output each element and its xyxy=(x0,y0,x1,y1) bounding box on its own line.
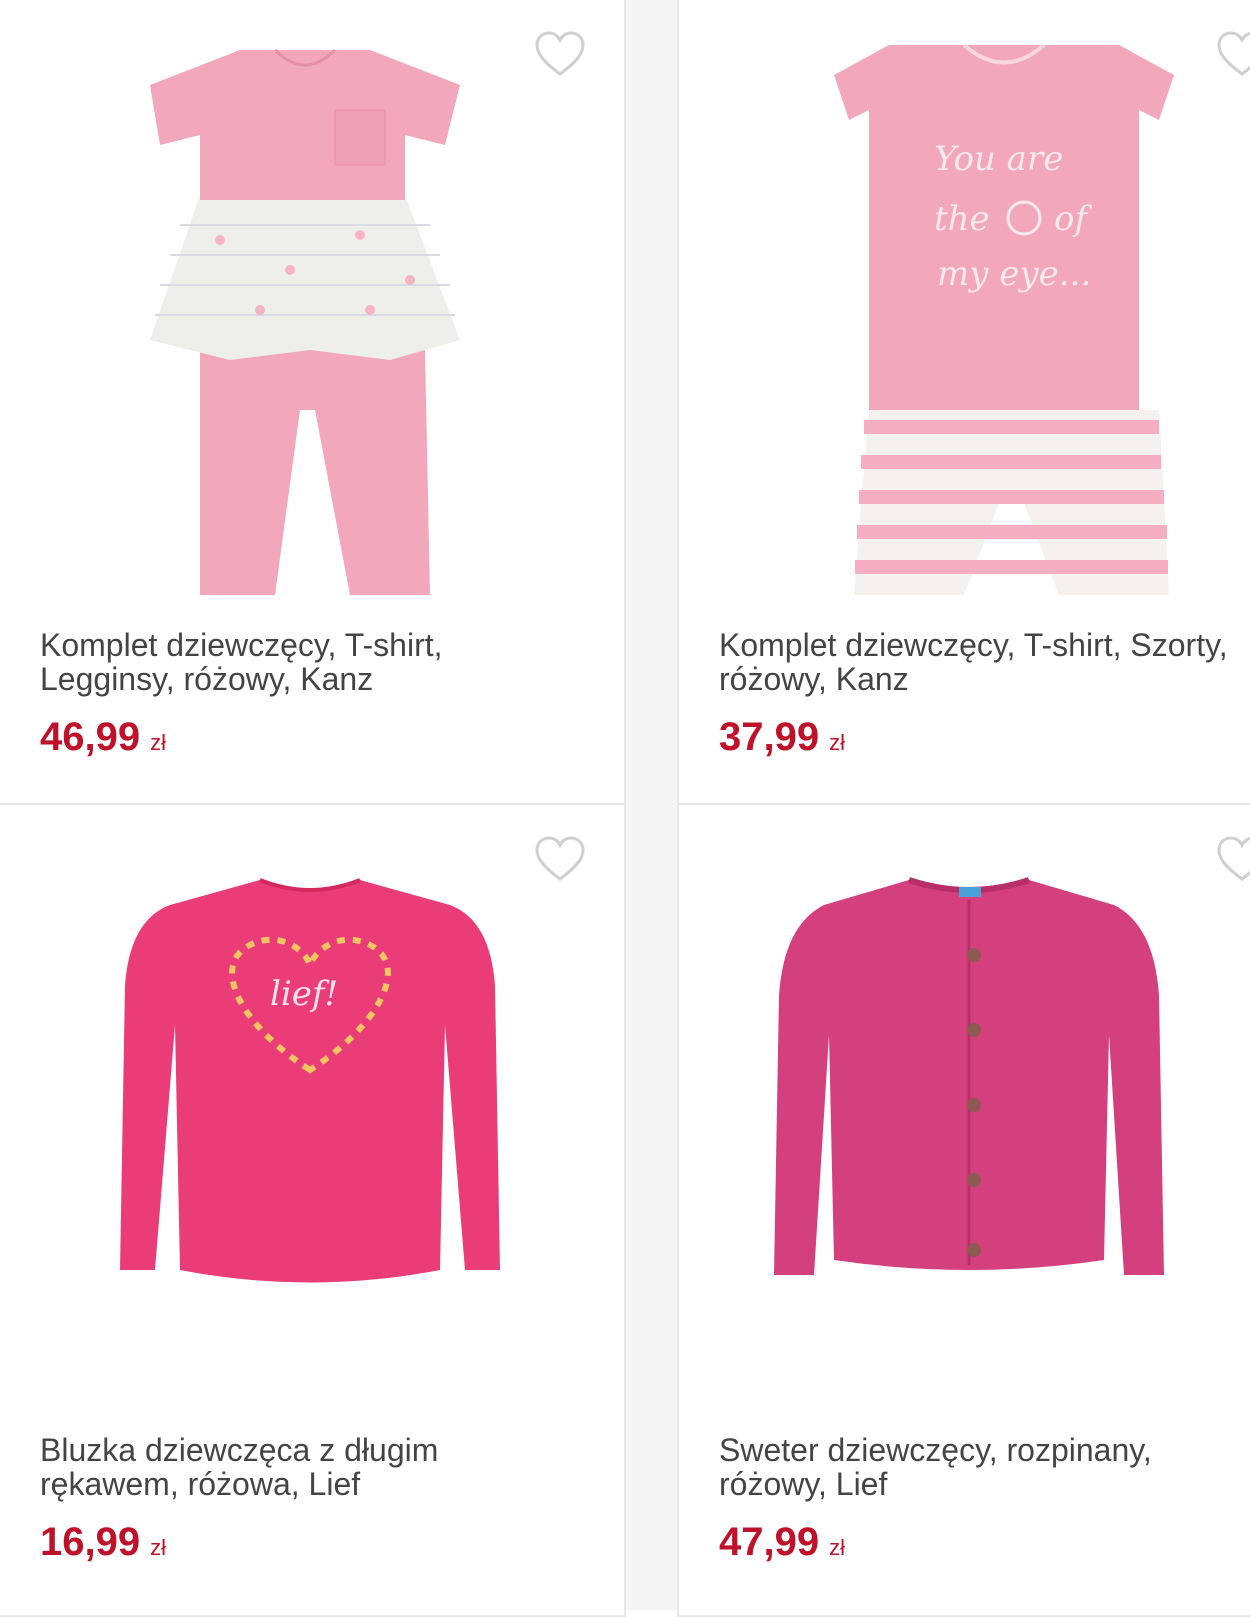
product-name[interactable]: Sweter dziewczęcy, rozpinany, różowy, Li… xyxy=(719,1433,1250,1501)
product-name[interactable]: Komplet dziewczęcy, T-shirt, Szorty, róż… xyxy=(719,628,1250,696)
svg-text:lief!: lief! xyxy=(270,974,338,1014)
product-price: 47,99 zł xyxy=(719,1520,845,1564)
product-price: 46,99 zł xyxy=(40,715,166,759)
grid-gutter xyxy=(626,0,677,1610)
svg-text:You are: You are xyxy=(934,139,1063,179)
product-card[interactable]: Komplet dziewczęcy, T-shirt, Legginsy, r… xyxy=(0,0,626,805)
heart-icon[interactable] xyxy=(1216,30,1250,78)
product-image[interactable]: You are the of my eye... xyxy=(719,20,1219,610)
svg-text:my eye...: my eye... xyxy=(937,254,1091,294)
heart-icon[interactable] xyxy=(1216,835,1250,883)
product-image[interactable] xyxy=(60,20,560,610)
product-card[interactable]: Sweter dziewczęcy, rozpinany, różowy, Li… xyxy=(677,805,1250,1617)
product-name[interactable]: Bluzka dziewczęca z długim rękawem, różo… xyxy=(40,1433,624,1501)
svg-text:the: the xyxy=(934,199,990,239)
product-price: 16,99 zł xyxy=(40,1520,166,1564)
product-image[interactable] xyxy=(719,825,1219,1415)
product-card[interactable]: lief! Bluzka dziewczęca z długim rękawem… xyxy=(0,805,626,1617)
product-price: 37,99 zł xyxy=(719,715,845,759)
product-card[interactable]: You are the of my eye... Komplet dziewczę… xyxy=(677,0,1250,805)
svg-text:of: of xyxy=(1054,199,1092,239)
product-image[interactable]: lief! xyxy=(60,825,560,1415)
product-name[interactable]: Komplet dziewczęcy, T-shirt, Legginsy, r… xyxy=(40,628,624,696)
